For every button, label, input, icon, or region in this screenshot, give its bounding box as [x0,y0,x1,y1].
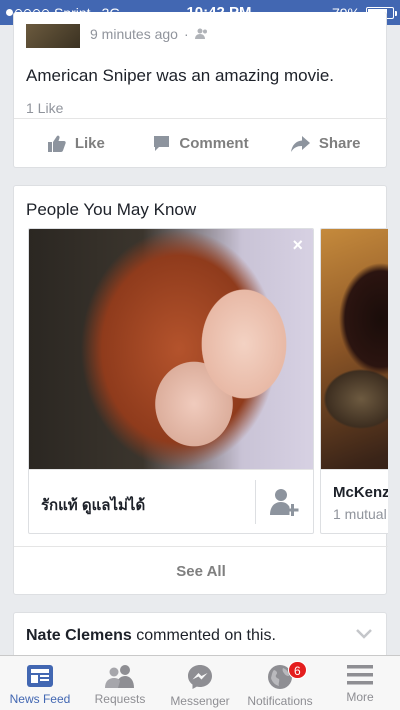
post-timestamp[interactable]: 9 minutes ago [90,26,178,42]
tab-label: Requests [94,692,146,706]
comment-button[interactable]: Comment [139,119,264,168]
share-arrow-icon [290,135,310,152]
profile-photo[interactable] [321,229,388,469]
tab-label: News Feed [9,692,71,706]
share-label: Share [318,135,361,152]
person-name[interactable]: McKenzie [333,484,388,501]
activity-header: Nate Clemens commented on this. [26,627,276,645]
post-card: 9 minutes ago · American Sniper was an a… [13,12,388,168]
tab-bar: News Feed Requests Messenger 6 Notificat… [0,655,400,710]
share-button[interactable]: Share [263,119,388,168]
tab-news-feed[interactable]: News Feed [0,656,80,710]
tab-label: Messenger [170,694,230,708]
tab-label: More [346,690,374,704]
activity-text: commented on this. [131,627,276,644]
chevron-down-icon[interactable] [356,629,372,639]
people-you-may-know-card: People You May Know × รักแท้ ดูแลไม่ได้ … [13,185,388,596]
like-count[interactable]: 1 Like [26,100,63,116]
people-carousel[interactable]: × รักแท้ ดูแลไม่ได้ McKenzie 1 mutual fr… [28,228,388,538]
news-feed-icon [27,665,53,687]
tab-label: Notifications [247,694,313,708]
like-label: Like [74,135,105,152]
comment-icon [154,136,170,151]
actor-name[interactable]: Nate Clemens [26,627,132,644]
friends-audience-icon [194,28,207,39]
tab-more[interactable]: More [320,656,400,710]
section-title: People You May Know [26,200,197,219]
post-text: American Sniper was an amazing movie. [26,66,335,85]
tab-messenger[interactable]: Messenger [160,656,240,710]
menu-icon [347,665,373,685]
tab-requests[interactable]: Requests [80,656,160,710]
profile-photo[interactable] [29,229,313,469]
see-all-button[interactable]: See All [14,546,388,596]
comment-label: Comment [179,135,249,152]
add-friend-icon [269,489,298,516]
notification-badge: 6 [288,661,307,679]
post-actions: Like Comment Share [14,118,388,168]
person-name[interactable]: รักแท้ ดูแลไม่ได้ [41,493,145,517]
friend-requests-icon [105,665,134,688]
messenger-icon [188,665,212,689]
tab-notifications[interactable]: 6 Notifications [240,656,320,710]
person-card[interactable]: McKenzie 1 mutual friend [320,228,388,534]
avatar[interactable] [26,24,80,48]
mutual-friends: 1 mutual friend [333,506,388,522]
person-card[interactable]: × รักแท้ ดูแลไม่ได้ [28,228,314,534]
close-icon[interactable]: × [292,235,303,256]
thumbs-up-icon [47,135,66,152]
like-button[interactable]: Like [14,119,139,168]
add-friend-button[interactable] [255,480,313,524]
